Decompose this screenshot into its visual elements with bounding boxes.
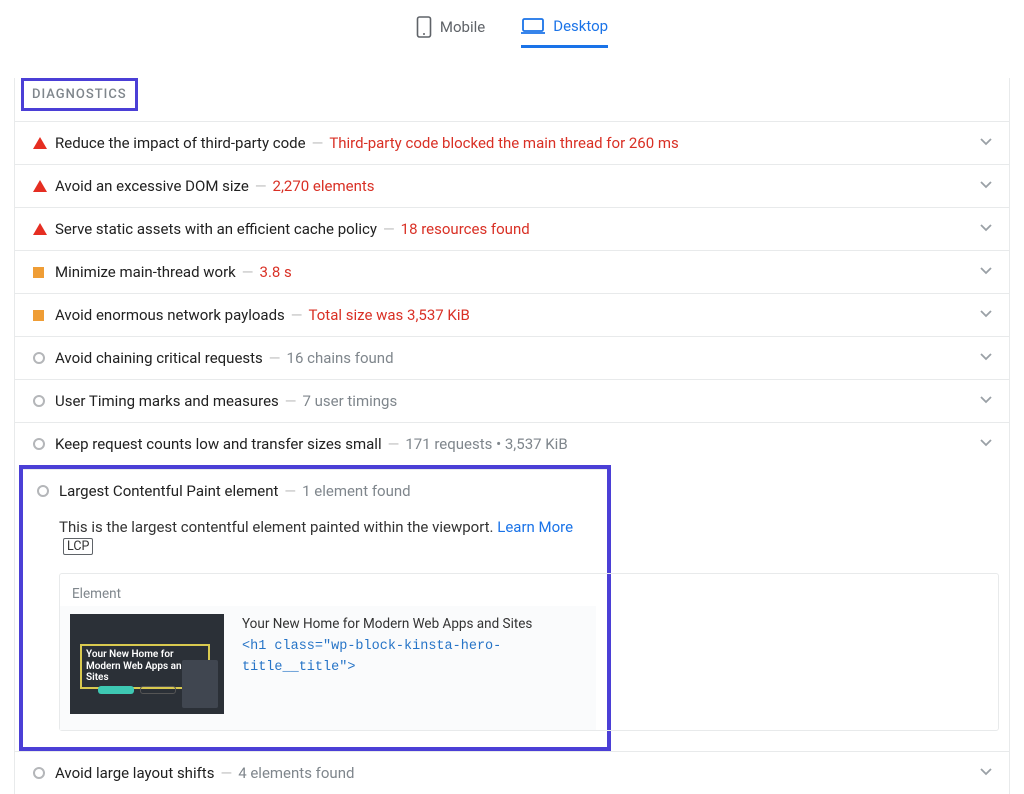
audit-title: Keep request counts low and transfer siz… [55, 435, 382, 453]
audit-title: Avoid large layout shifts [55, 764, 214, 782]
audit-detail: Third-party code blocked the main thread… [329, 134, 678, 152]
tab-mobile-label: Mobile [440, 18, 485, 36]
warning-triangle-icon [33, 180, 55, 192]
chevron-down-icon [979, 134, 993, 152]
audit-row[interactable]: Avoid large layout shifts — 4 elements f… [15, 751, 1009, 794]
warning-triangle-icon [33, 137, 55, 149]
info-circle-icon [37, 485, 59, 497]
element-card-header: Element [60, 574, 596, 606]
info-circle-icon [33, 767, 55, 779]
audit-title: Largest Contentful Paint element [59, 482, 278, 500]
tab-mobile[interactable]: Mobile [416, 10, 485, 48]
audit-row[interactable]: Avoid an excessive DOM size—2,270 elemen… [15, 164, 1009, 207]
info-circle-icon [33, 395, 55, 407]
section-title: DIAGNOSTICS [21, 78, 138, 111]
tab-desktop[interactable]: Desktop [521, 10, 608, 48]
chevron-down-icon [979, 306, 993, 324]
audit-row[interactable]: Serve static assets with an efficient ca… [15, 207, 1009, 250]
audit-list: Reduce the impact of third-party code—Th… [15, 121, 1009, 465]
device-tabs: Mobile Desktop [0, 0, 1024, 48]
info-circle-icon [33, 352, 55, 364]
chevron-down-icon [979, 764, 993, 782]
tab-desktop-label: Desktop [553, 17, 608, 35]
audit-title: User Timing marks and measures [55, 392, 279, 410]
audit-row[interactable]: User Timing marks and measures—7 user ti… [15, 379, 1009, 422]
warning-triangle-icon [33, 223, 55, 235]
chevron-down-icon [979, 435, 993, 453]
audit-detail: Total size was 3,537 KiB [309, 306, 470, 324]
audit-detail: 2,270 elements [273, 177, 375, 195]
audit-row-lcp[interactable]: Largest Contentful Paint element — 1 ele… [23, 469, 607, 512]
audit-title: Serve static assets with an efficient ca… [55, 220, 377, 238]
audit-title: Avoid enormous network payloads [55, 306, 285, 324]
audit-row[interactable]: Avoid chaining critical requests—16 chai… [15, 336, 1009, 379]
audit-title: Minimize main-thread work [55, 263, 236, 281]
lcp-highlight-box: Largest Contentful Paint element — 1 ele… [19, 465, 611, 751]
audit-detail: 16 chains found [287, 349, 394, 367]
audit-title: Avoid an excessive DOM size [55, 177, 249, 195]
audit-row[interactable]: Reduce the impact of third-party code—Th… [15, 121, 1009, 164]
chevron-down-icon [979, 349, 993, 367]
element-card: Element Your New Home for Modern Web App… [59, 573, 999, 731]
desktop-icon [521, 17, 545, 35]
chevron-down-icon [979, 263, 993, 281]
audit-detail: 4 elements found [238, 764, 354, 782]
audit-detail: 7 user timings [302, 392, 397, 410]
audit-title: Reduce the impact of third-party code [55, 134, 306, 152]
warning-square-icon [33, 310, 55, 321]
audit-description: This is the largest contentful element p… [23, 512, 607, 569]
audit-detail: 1 element found [302, 482, 411, 500]
lcp-badge: LCP [63, 538, 93, 555]
audit-row[interactable]: Keep request counts low and transfer siz… [15, 422, 1009, 465]
info-circle-icon [33, 438, 55, 450]
audit-detail: 171 requests • 3,537 KiB [405, 435, 567, 453]
chevron-down-icon [979, 177, 993, 195]
element-thumbnail: Your New Home for Modern Web Apps and Si… [70, 614, 224, 714]
audit-detail: 3.8 s [260, 263, 292, 281]
warning-square-icon [33, 267, 55, 278]
element-text: Your New Home for Modern Web Apps and Si… [242, 614, 586, 679]
mobile-icon [416, 16, 432, 38]
chevron-down-icon [979, 392, 993, 410]
audit-row[interactable]: Minimize main-thread work—3.8 s [15, 250, 1009, 293]
audit-detail: 18 resources found [401, 220, 530, 238]
chevron-down-icon [979, 220, 993, 238]
diagnostics-panel: DIAGNOSTICS Reduce the impact of third-p… [14, 78, 1010, 794]
learn-more-link[interactable]: Learn More [497, 518, 573, 536]
audit-row[interactable]: Avoid enormous network payloads—Total si… [15, 293, 1009, 336]
audit-title: Avoid chaining critical requests [55, 349, 263, 367]
